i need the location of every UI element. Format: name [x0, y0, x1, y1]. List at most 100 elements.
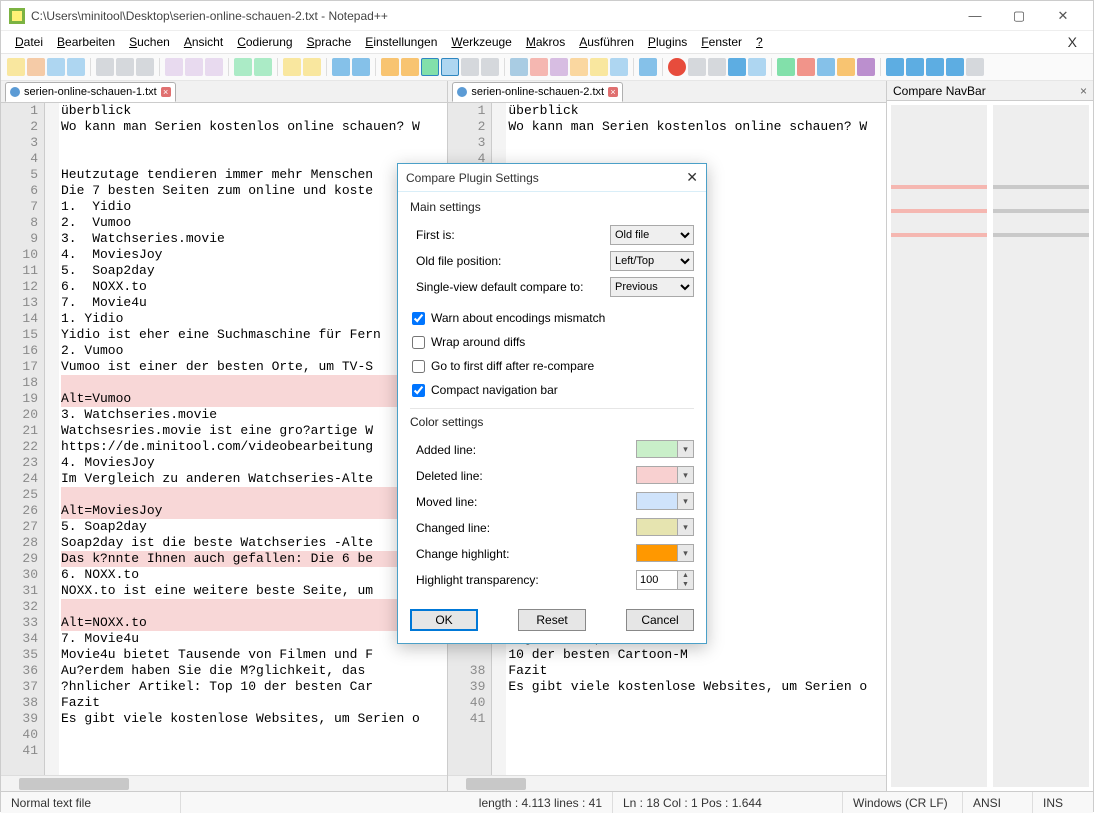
tool-cut-icon[interactable]	[165, 58, 183, 76]
tool-guide-icon[interactable]	[481, 58, 499, 76]
tool-wrap-icon[interactable]	[421, 58, 439, 76]
close-tab-icon[interactable]: ×	[161, 87, 171, 97]
spin-down-icon[interactable]: ▼	[678, 580, 693, 589]
tool-compare-icon[interactable]	[777, 58, 795, 76]
tool-new-icon[interactable]	[7, 58, 25, 76]
tool-lang-icon[interactable]	[510, 58, 528, 76]
tool-play-icon[interactable]	[708, 58, 726, 76]
menu-close-icon[interactable]: X	[1060, 34, 1085, 50]
tool-find-icon[interactable]	[283, 58, 301, 76]
close-button[interactable]: ✕	[1041, 2, 1085, 30]
left-code[interactable]: überblickWo kann man Serien kostenlos on…	[59, 103, 447, 775]
chk-goto-input[interactable]	[412, 360, 425, 373]
deleted-color[interactable]: ▾	[636, 466, 694, 484]
tool-monitor-icon[interactable]	[639, 58, 657, 76]
hl-trans-spin[interactable]: ▲▼	[636, 570, 694, 590]
maximize-button[interactable]: ▢	[997, 2, 1041, 30]
status-eol[interactable]: Windows (CR LF)	[843, 792, 963, 813]
changed-color[interactable]: ▾	[636, 518, 694, 536]
spin-up-icon[interactable]: ▲	[678, 571, 693, 580]
right-hscrollbar[interactable]	[448, 775, 886, 791]
tool-close-icon[interactable]	[96, 58, 114, 76]
tool-nav2-icon[interactable]	[906, 58, 924, 76]
tool-allchars-icon[interactable]	[441, 58, 459, 76]
menu-makros[interactable]: Makros	[520, 33, 571, 51]
menu-bearbeiten[interactable]: Bearbeiten	[51, 33, 121, 51]
tool-last-icon[interactable]	[966, 58, 984, 76]
tool-zoomout-icon[interactable]	[352, 58, 370, 76]
added-color[interactable]: ▾	[636, 440, 694, 458]
reset-button[interactable]: Reset	[518, 609, 586, 631]
tool-indent-icon[interactable]	[461, 58, 479, 76]
tool-doc-icon[interactable]	[570, 58, 588, 76]
close-tab-icon[interactable]: ×	[608, 87, 618, 97]
tool-savemacro-icon[interactable]	[748, 58, 766, 76]
chk-warn[interactable]: Warn about encodings mismatch	[410, 306, 694, 330]
tool-undo-icon[interactable]	[234, 58, 252, 76]
panel-close-icon[interactable]: ×	[1080, 84, 1087, 98]
menu-ausfuehren[interactable]: Ausführen	[573, 33, 640, 51]
menu-codierung[interactable]: Codierung	[231, 33, 298, 51]
moved-color[interactable]: ▾	[636, 492, 694, 510]
tool-closeall-icon[interactable]	[116, 58, 134, 76]
menu-werkzeuge[interactable]: Werkzeuge	[445, 33, 517, 51]
menu-plugins[interactable]: Plugins	[642, 33, 693, 51]
nav-col-right[interactable]	[993, 105, 1089, 787]
tool-next-icon[interactable]	[857, 58, 875, 76]
chk-compact-input[interactable]	[412, 384, 425, 397]
chk-compact[interactable]: Compact navigation bar	[410, 378, 694, 402]
cancel-button[interactable]: Cancel	[626, 609, 694, 631]
minimize-button[interactable]: —	[953, 2, 997, 30]
dialog-close-icon[interactable]: ✕	[686, 169, 698, 186]
menu-sprache[interactable]: Sprache	[301, 33, 358, 51]
nav-col-left[interactable]	[891, 105, 987, 787]
tool-prev-icon[interactable]	[837, 58, 855, 76]
menu-einstellungen[interactable]: Einstellungen	[359, 33, 443, 51]
single-view-select[interactable]: Previous	[610, 277, 694, 297]
tool-nav4-icon[interactable]	[946, 58, 964, 76]
tool-print-icon[interactable]	[136, 58, 154, 76]
tool-save-icon[interactable]	[47, 58, 65, 76]
tool-paste-icon[interactable]	[205, 58, 223, 76]
status-ins[interactable]: INS	[1033, 792, 1093, 813]
chk-wrap-input[interactable]	[412, 336, 425, 349]
old-pos-select[interactable]: Left/Top	[610, 251, 694, 271]
left-hscrollbar[interactable]	[1, 775, 447, 791]
tool-sync-v-icon[interactable]	[381, 58, 399, 76]
compare-navbar-body[interactable]	[887, 101, 1093, 791]
left-tab[interactable]: serien-online-schauen-1.txt ×	[5, 82, 176, 102]
tool-zoomin-icon[interactable]	[332, 58, 350, 76]
chk-wrap[interactable]: Wrap around diffs	[410, 330, 694, 354]
dialog-titlebar[interactable]: Compare Plugin Settings ✕	[398, 164, 706, 192]
tool-nav1-icon[interactable]	[886, 58, 904, 76]
tool-redo-icon[interactable]	[254, 58, 272, 76]
tool-nav3-icon[interactable]	[926, 58, 944, 76]
menu-ansicht[interactable]: Ansicht	[178, 33, 229, 51]
tool-replace-icon[interactable]	[303, 58, 321, 76]
tool-stop-icon[interactable]	[688, 58, 706, 76]
left-editor[interactable]: 1234567891011121314151617181920212223242…	[1, 103, 447, 775]
tool-record-icon[interactable]	[668, 58, 686, 76]
tool-playmulti-icon[interactable]	[728, 58, 746, 76]
menu-suchen[interactable]: Suchen	[123, 33, 176, 51]
menu-datei[interactable]: Datei	[9, 33, 49, 51]
menu-fenster[interactable]: Fenster	[695, 33, 748, 51]
right-tab[interactable]: serien-online-schauen-2.txt ×	[452, 82, 623, 102]
tool-sync-h-icon[interactable]	[401, 58, 419, 76]
tool-folder-icon[interactable]	[550, 58, 568, 76]
first-is-select[interactable]: Old file	[610, 225, 694, 245]
status-encoding[interactable]: ANSI	[963, 792, 1033, 813]
highlight-color[interactable]: ▾	[636, 544, 694, 562]
tool-saveall-icon[interactable]	[67, 58, 85, 76]
ok-button[interactable]: OK	[410, 609, 478, 631]
tool-func-icon[interactable]	[530, 58, 548, 76]
tool-first-icon[interactable]	[817, 58, 835, 76]
tool-open-icon[interactable]	[27, 58, 45, 76]
tool-copy-icon[interactable]	[185, 58, 203, 76]
tool-clear-icon[interactable]	[797, 58, 815, 76]
menu-help[interactable]: ?	[750, 33, 769, 51]
tool-map-icon[interactable]	[590, 58, 608, 76]
tool-docmap-icon[interactable]	[610, 58, 628, 76]
chk-goto[interactable]: Go to first diff after re-compare	[410, 354, 694, 378]
chk-warn-input[interactable]	[412, 312, 425, 325]
